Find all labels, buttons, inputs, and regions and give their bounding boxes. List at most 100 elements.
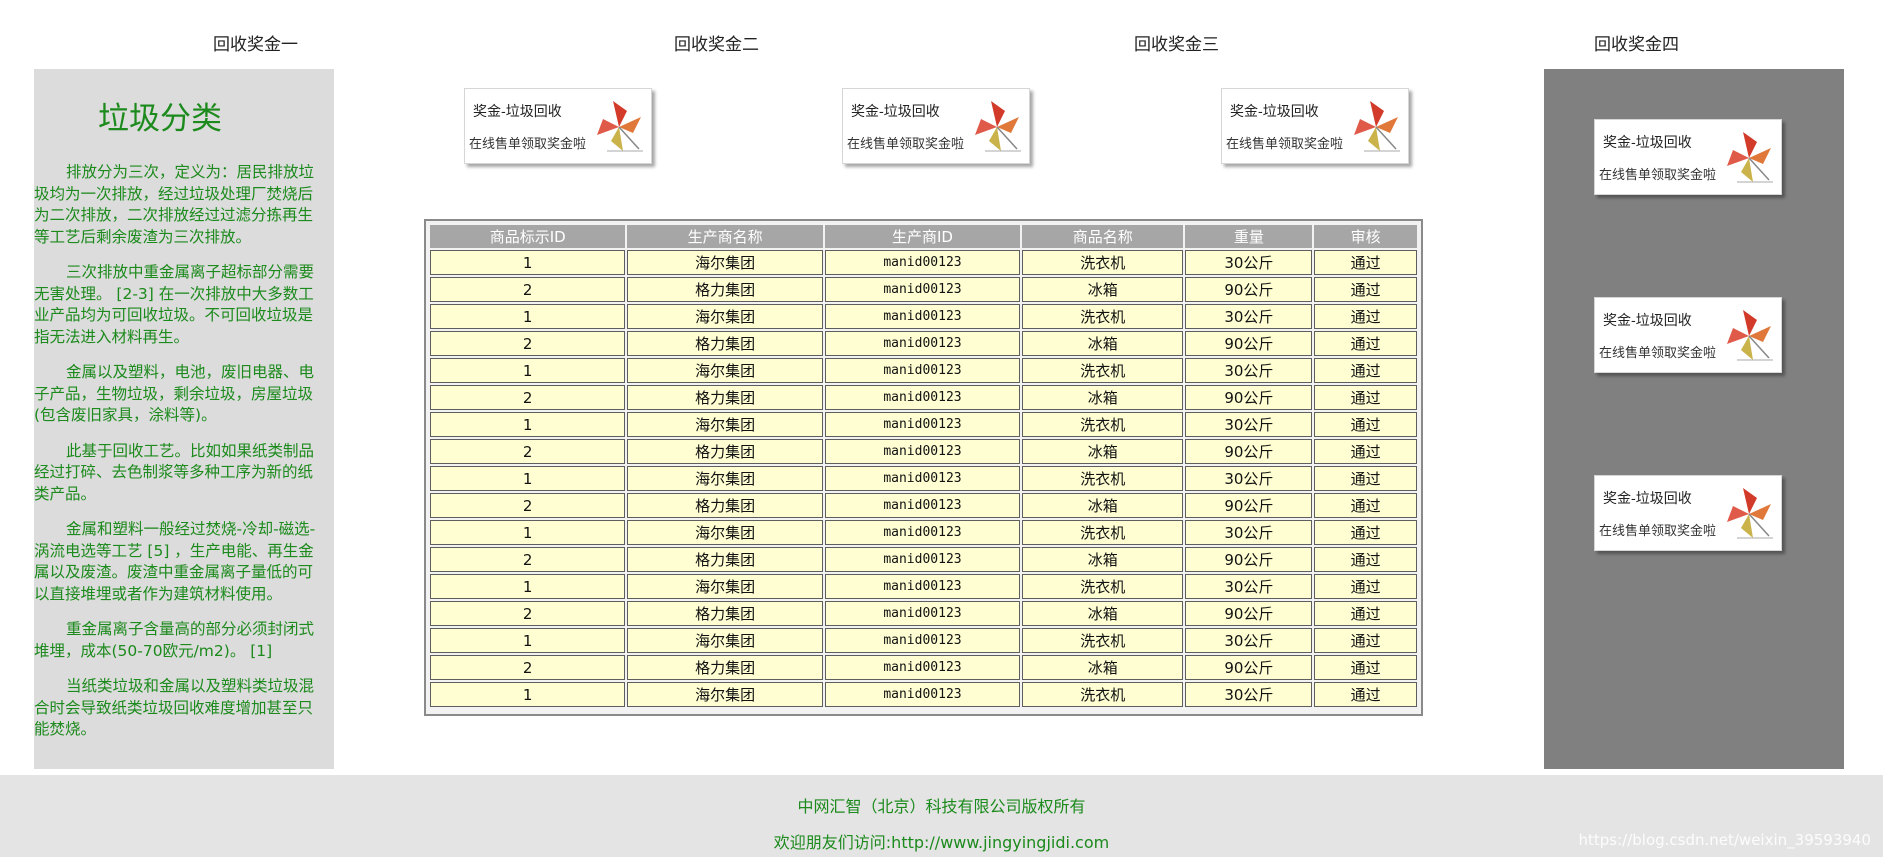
cell-review: 通过 <box>1314 655 1417 680</box>
recycle-bonus-banner[interactable]: 奖金-垃圾回收 在线售单领取奖金啦 <box>464 88 652 164</box>
watermark-text: https://blog.csdn.net/weixin_39593940 <box>1578 831 1871 849</box>
footer-copyright: 中网汇智（北京）科技有限公司版权所有 <box>797 797 1086 816</box>
cell-product-id: 1 <box>430 682 626 707</box>
cell-product-name: 冰箱 <box>1022 655 1184 680</box>
cell-product-name: 冰箱 <box>1022 385 1184 410</box>
banner-title: 奖金-垃圾回收 <box>473 104 562 120</box>
info-paragraph: 当纸类垃圾和金属以及塑料类垃圾混合时会导致纸类垃圾回收难度增加甚至只能焚烧。 <box>34 677 315 738</box>
cell-product-id: 1 <box>430 304 626 329</box>
table-row: 1 海尔集团 manid00123 洗衣机 30公斤 通过 <box>430 574 1417 599</box>
cell-product-name: 冰箱 <box>1022 601 1184 626</box>
cell-weight: 90公斤 <box>1185 277 1313 302</box>
cell-weight: 30公斤 <box>1185 304 1313 329</box>
cell-manufacturer-name: 海尔集团 <box>627 358 823 383</box>
tab-recycle-bonus-1[interactable]: 回收奖金一 <box>213 30 298 55</box>
cell-manufacturer-id: manid00123 <box>824 547 1021 572</box>
cell-product-name: 冰箱 <box>1022 277 1184 302</box>
cell-product-name: 冰箱 <box>1022 439 1184 464</box>
cell-product-id: 2 <box>430 385 626 410</box>
cell-weight: 30公斤 <box>1185 250 1313 275</box>
header-weight: 重量 <box>1185 225 1313 248</box>
tab-recycle-bonus-2[interactable]: 回收奖金二 <box>674 30 759 55</box>
recycle-bonus-banner[interactable]: 奖金-垃圾回收 在线售单领取奖金啦 <box>1594 297 1782 373</box>
cell-manufacturer-name: 格力集团 <box>627 331 823 356</box>
product-table-container: 商品标示ID 生产商名称 生产商ID 商品名称 重量 审核 1 海尔集团 manid… <box>424 219 1423 716</box>
cell-manufacturer-name: 格力集团 <box>627 385 823 410</box>
cell-weight: 30公斤 <box>1185 574 1313 599</box>
cell-product-id: 2 <box>430 601 626 626</box>
table-row: 1 海尔集团 manid00123 洗衣机 30公斤 通过 <box>430 520 1417 545</box>
cell-manufacturer-name: 格力集团 <box>627 547 823 572</box>
cell-review: 通过 <box>1314 250 1417 275</box>
cell-review: 通过 <box>1314 466 1417 491</box>
banner-subtitle: 在线售单领取奖金啦 <box>847 137 965 152</box>
table-row: 1 海尔集团 manid00123 洗衣机 30公斤 通过 <box>430 250 1417 275</box>
cell-weight: 90公斤 <box>1185 493 1313 518</box>
cell-weight: 30公斤 <box>1185 412 1313 437</box>
cell-product-name: 洗衣机 <box>1022 466 1184 491</box>
cell-product-id: 1 <box>430 466 626 491</box>
cell-product-name: 洗衣机 <box>1022 304 1184 329</box>
cell-review: 通过 <box>1314 682 1417 707</box>
cell-product-name: 洗衣机 <box>1022 250 1184 275</box>
cell-review: 通过 <box>1314 547 1417 572</box>
cell-manufacturer-name: 海尔集团 <box>627 412 823 437</box>
recycle-bonus-banner[interactable]: 奖金-垃圾回收 在线售单领取奖金啦 <box>1594 119 1782 195</box>
info-paragraph: 金属以及塑料，电池，废旧电器、电子产品，生物垃圾，剩余垃圾，房屋垃圾(包含废旧家… <box>34 363 315 424</box>
cell-product-name: 洗衣机 <box>1022 412 1184 437</box>
header-review: 审核 <box>1314 225 1417 248</box>
banner-subtitle: 在线售单领取奖金啦 <box>1599 168 1717 183</box>
cell-product-name: 洗衣机 <box>1022 682 1184 707</box>
cell-product-id: 1 <box>430 520 626 545</box>
cell-manufacturer-id: manid00123 <box>824 304 1021 329</box>
cell-weight: 90公斤 <box>1185 439 1313 464</box>
table-row: 2 格力集团 manid00123 冰箱 90公斤 通过 <box>430 439 1417 464</box>
tab-recycle-bonus-3[interactable]: 回收奖金三 <box>1134 30 1219 55</box>
cell-review: 通过 <box>1314 331 1417 356</box>
cell-manufacturer-id: manid00123 <box>824 439 1021 464</box>
cell-manufacturer-name: 格力集团 <box>627 601 823 626</box>
banner-title: 奖金-垃圾回收 <box>1603 313 1692 329</box>
cell-manufacturer-name: 海尔集团 <box>627 574 823 599</box>
cell-manufacturer-name: 海尔集团 <box>627 304 823 329</box>
cell-manufacturer-name: 海尔集团 <box>627 250 823 275</box>
banner-title: 奖金-垃圾回收 <box>1603 135 1692 151</box>
cell-product-id: 1 <box>430 412 626 437</box>
cell-manufacturer-id: manid00123 <box>824 493 1021 518</box>
banner-title: 奖金-垃圾回收 <box>1603 491 1692 507</box>
tab-recycle-bonus-4[interactable]: 回收奖金四 <box>1594 30 1679 55</box>
table-row: 1 海尔集团 manid00123 洗衣机 30公斤 通过 <box>430 682 1417 707</box>
cell-manufacturer-id: manid00123 <box>824 277 1021 302</box>
cell-weight: 90公斤 <box>1185 331 1313 356</box>
info-paragraph: 三次排放中重金属离子超标部分需要无害处理。 [2-3] 在一次排放中大多数工业产… <box>34 263 315 346</box>
cell-weight: 90公斤 <box>1185 655 1313 680</box>
recycle-bonus-banner[interactable]: 奖金-垃圾回收 在线售单领取奖金啦 <box>1594 475 1782 551</box>
cell-review: 通过 <box>1314 520 1417 545</box>
cell-product-name: 洗衣机 <box>1022 574 1184 599</box>
cell-product-name: 冰箱 <box>1022 547 1184 572</box>
cell-product-name: 冰箱 <box>1022 331 1184 356</box>
garbage-classification-panel: 垃圾分类 排放分为三次，定义为：居民排放垃圾均为一次排放，经过垃圾处理厂焚烧后为… <box>34 69 334 769</box>
banner-subtitle: 在线售单领取奖金啦 <box>1599 524 1717 539</box>
table-header-row: 商品标示ID 生产商名称 生产商ID 商品名称 重量 审核 <box>430 225 1417 248</box>
cell-manufacturer-id: manid00123 <box>824 655 1021 680</box>
cell-product-id: 1 <box>430 250 626 275</box>
table-row: 1 海尔集团 manid00123 洗衣机 30公斤 通过 <box>430 628 1417 653</box>
cell-review: 通过 <box>1314 385 1417 410</box>
table-row: 1 海尔集团 manid00123 洗衣机 30公斤 通过 <box>430 304 1417 329</box>
cell-review: 通过 <box>1314 304 1417 329</box>
cell-product-id: 2 <box>430 547 626 572</box>
table-row: 2 格力集团 manid00123 冰箱 90公斤 通过 <box>430 601 1417 626</box>
cell-weight: 30公斤 <box>1185 628 1313 653</box>
recycle-bonus-banner[interactable]: 奖金-垃圾回收 在线售单领取奖金啦 <box>1221 88 1409 164</box>
recycle-bonus-banner[interactable]: 奖金-垃圾回收 在线售单领取奖金啦 <box>842 88 1030 164</box>
cell-manufacturer-id: manid00123 <box>824 574 1021 599</box>
cell-product-name: 洗衣机 <box>1022 628 1184 653</box>
cell-manufacturer-id: manid00123 <box>824 601 1021 626</box>
cell-product-name: 冰箱 <box>1022 493 1184 518</box>
cell-weight: 30公斤 <box>1185 358 1313 383</box>
cell-weight: 90公斤 <box>1185 385 1313 410</box>
cell-product-name: 洗衣机 <box>1022 358 1184 383</box>
cell-product-id: 1 <box>430 628 626 653</box>
info-paragraph: 排放分为三次，定义为：居民排放垃圾均为一次排放，经过垃圾处理厂焚烧后为二次排放，… <box>34 163 315 246</box>
